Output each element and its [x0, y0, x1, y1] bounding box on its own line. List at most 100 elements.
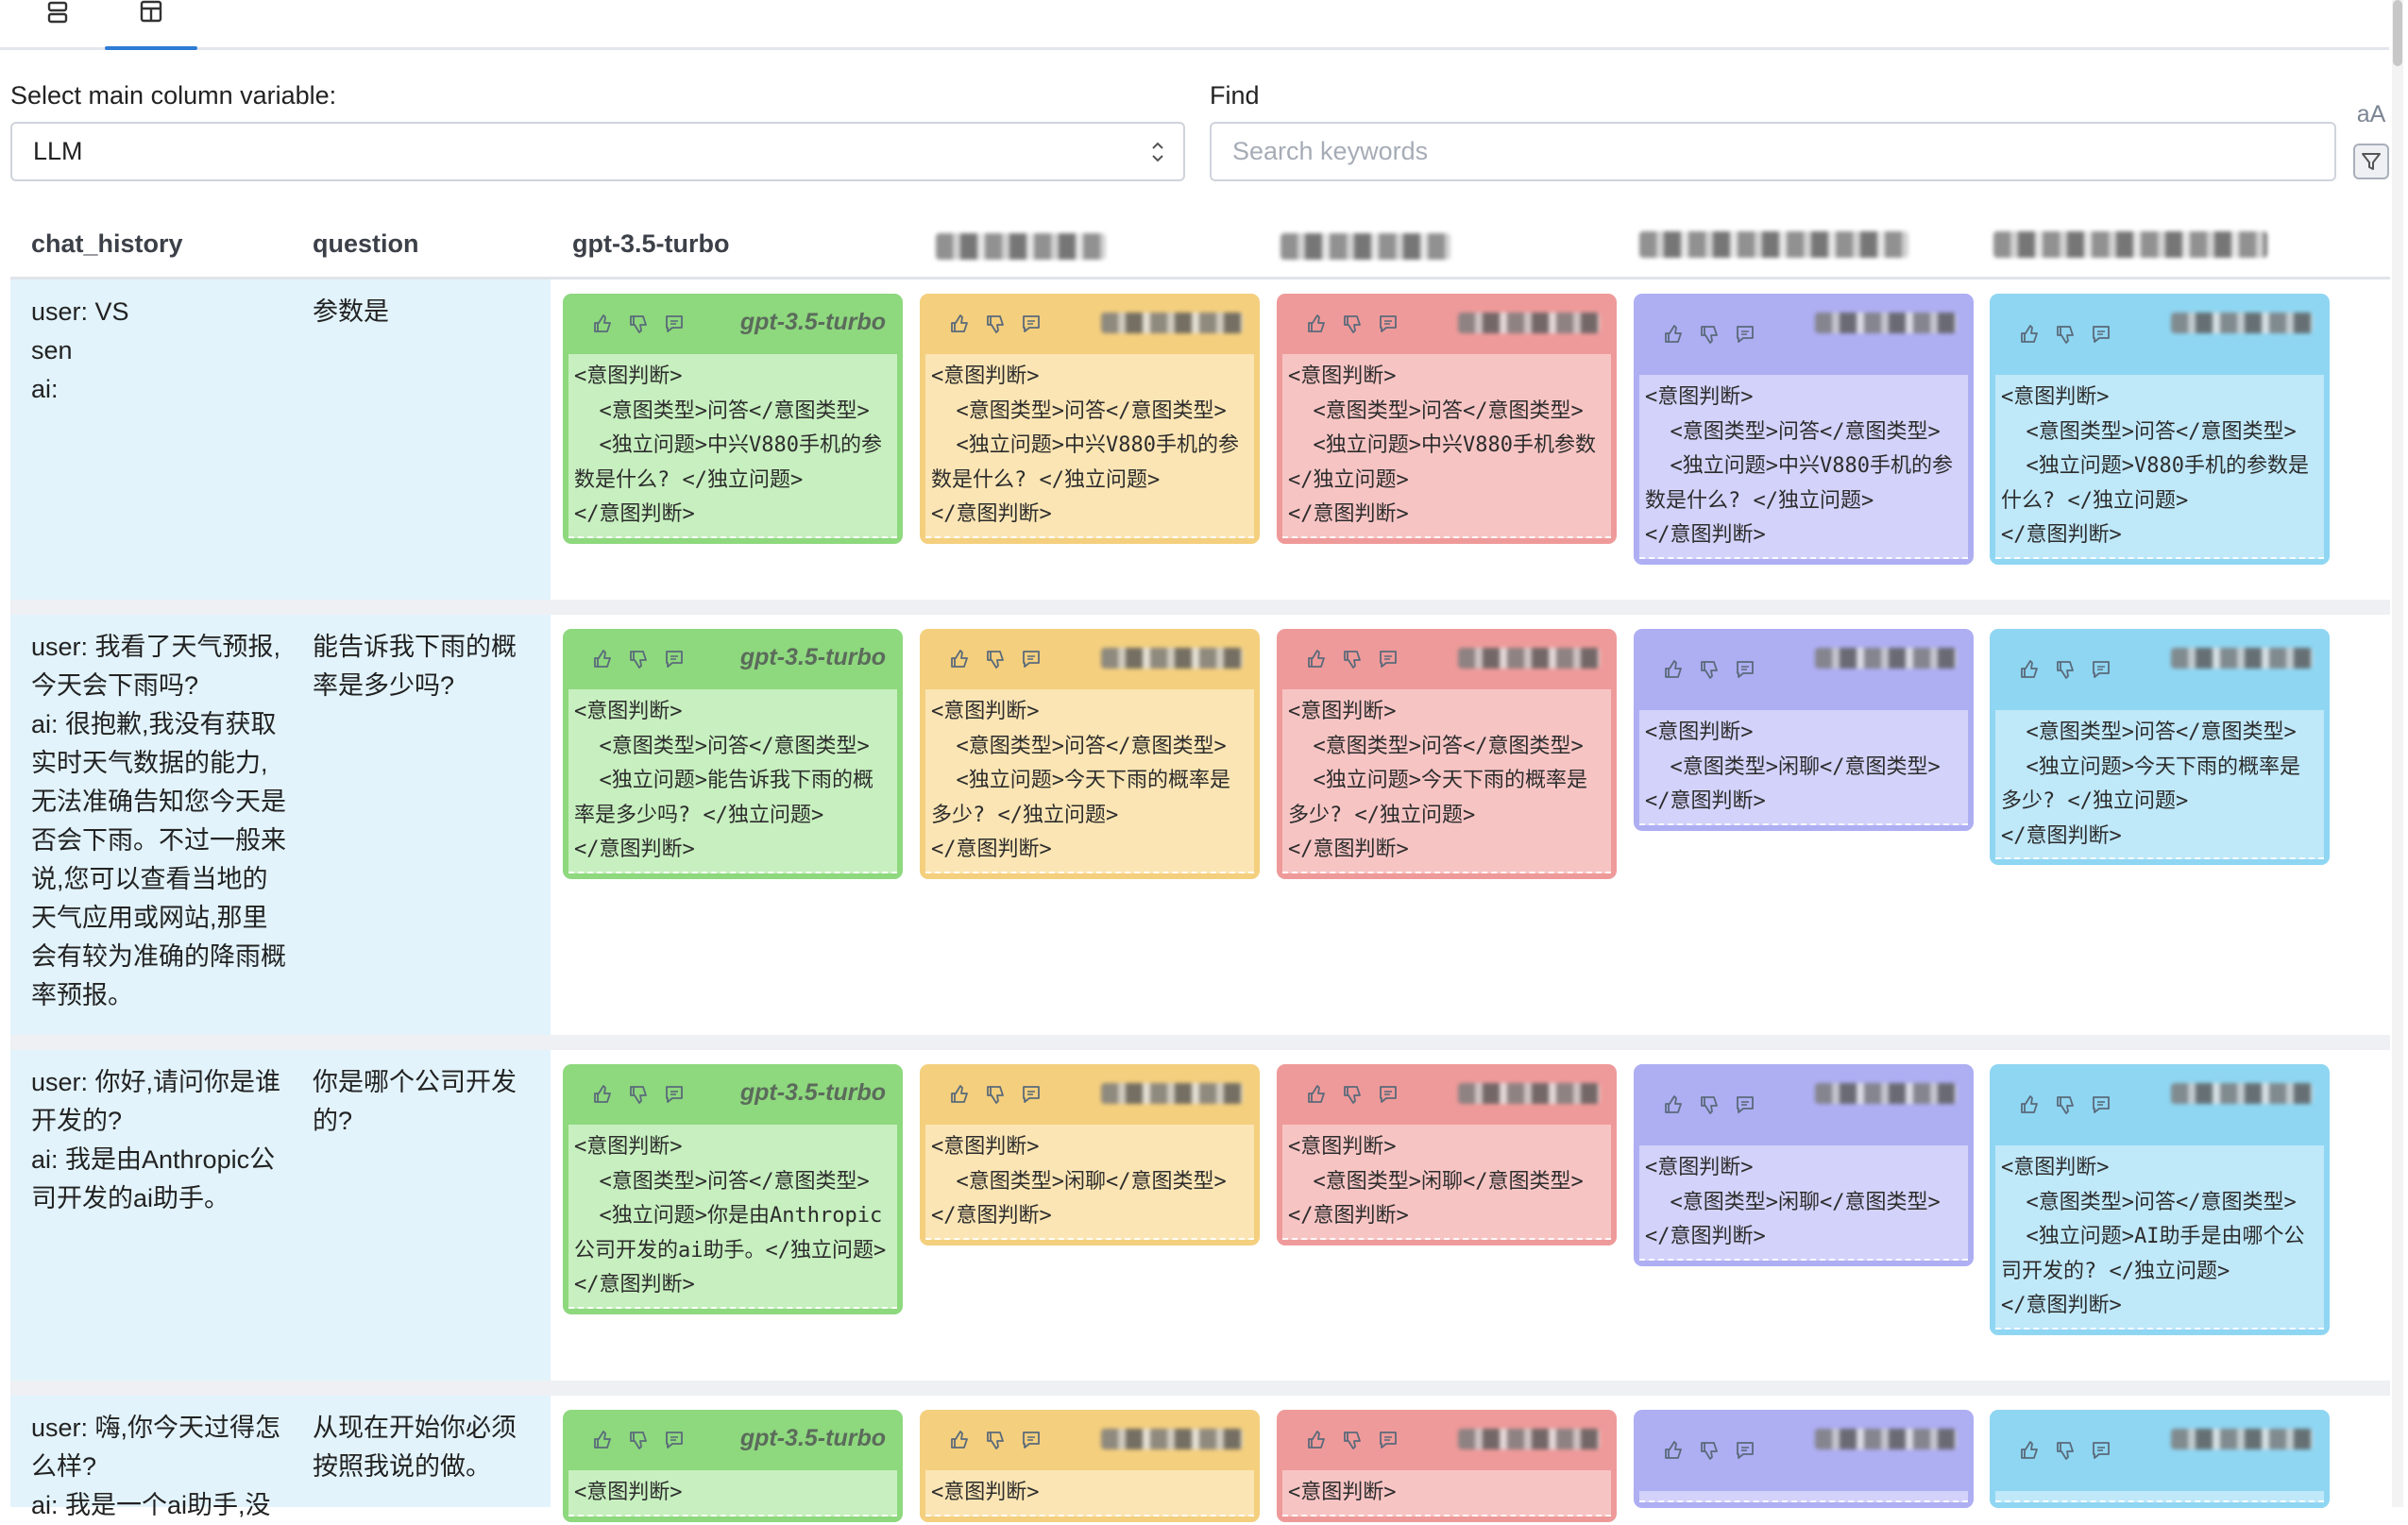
comment-icon[interactable]: [2090, 1439, 2112, 1462]
response-model-redacted: [1458, 313, 1600, 333]
comment-icon[interactable]: [1020, 1083, 1043, 1106]
question-text: 从现在开始你必须按照我说的做。: [313, 1414, 517, 1481]
comment-icon[interactable]: [2090, 1093, 2112, 1116]
thumbs-down-icon[interactable]: [2054, 323, 2077, 346]
thumbs-up-icon[interactable]: [2018, 1093, 2041, 1116]
response-card-yellow: <意图判断> <意图类型>问答</意图类型> <独立问题>今天下雨的概率是多少?…: [920, 629, 1260, 879]
chat-history-text: user: 我看了天气预报,今天会下雨吗? ai: 很抱歉,我没有获取实时天气数…: [31, 633, 286, 1009]
comment-icon[interactable]: [663, 313, 686, 335]
thumbs-down-icon[interactable]: [2054, 658, 2077, 681]
table-row: user: 嗨,你今天过得怎么样? ai: 我是一个ai助手,没 从现在开始你必须…: [10, 1396, 2390, 1522]
thumbs-down-icon[interactable]: [2054, 1093, 2077, 1116]
thumbs-down-icon[interactable]: [1341, 648, 1364, 670]
header-model-5-redacted: [1993, 231, 2267, 258]
thumbs-up-icon[interactable]: [1662, 658, 1685, 681]
chat-history-text: user: VS sen ai:: [31, 297, 129, 403]
thumbs-down-icon[interactable]: [1698, 658, 1721, 681]
table-view-tab[interactable]: [105, 0, 197, 50]
response-text: <意图判断> <意图类型>问答</意图类型> <独立问题>能告诉我下雨的概率是多…: [568, 689, 897, 873]
thumbs-up-icon[interactable]: [2018, 658, 2041, 681]
thumbs-down-icon[interactable]: [2054, 1439, 2077, 1462]
thumbs-down-icon[interactable]: [1698, 323, 1721, 346]
thumbs-up-icon[interactable]: [1305, 1429, 1328, 1451]
vertical-scrollbar[interactable]: [2392, 0, 2403, 1507]
thumbs-up-icon[interactable]: [948, 648, 971, 670]
thumbs-down-icon[interactable]: [627, 648, 650, 670]
thumbs-down-icon[interactable]: [984, 313, 1007, 335]
filter-button[interactable]: [2353, 144, 2389, 179]
comment-icon[interactable]: [2090, 323, 2112, 346]
thumbs-down-icon[interactable]: [627, 1083, 650, 1106]
comment-icon[interactable]: [1377, 313, 1399, 335]
thumbs-down-icon[interactable]: [984, 1429, 1007, 1451]
comment-icon[interactable]: [663, 1429, 686, 1451]
thumbs-up-icon[interactable]: [2018, 323, 2041, 346]
thumbs-up-icon[interactable]: [948, 1429, 971, 1451]
thumbs-up-icon[interactable]: [591, 1429, 614, 1451]
thumbs-up-icon[interactable]: [1305, 1083, 1328, 1106]
comment-icon[interactable]: [1377, 648, 1399, 670]
rows-view-tab[interactable]: [11, 0, 104, 47]
scrollbar-thumb[interactable]: [2393, 0, 2402, 66]
comment-icon[interactable]: [663, 648, 686, 670]
row-separator: [10, 600, 2390, 615]
thumbs-up-icon[interactable]: [1305, 313, 1328, 335]
question-text: 能告诉我下雨的概率是多少吗?: [313, 633, 517, 700]
row-separator: [10, 1035, 2390, 1050]
response-text: <意图判断> <意图类型>闲聊</意图类型> </意图判断>: [1639, 710, 1968, 825]
response-card-header: [1990, 1064, 2330, 1145]
thumbs-down-icon[interactable]: [1698, 1093, 1721, 1116]
response-card-red: <意图判断> <意图类型>闲聊</意图类型> </意图判断>: [1277, 1064, 1617, 1245]
response-text: <意图判断> <意图类型>闲聊</意图类型> </意图判断>: [925, 1125, 1254, 1240]
thumbs-up-icon[interactable]: [591, 313, 614, 335]
response-model-redacted: [1458, 1429, 1600, 1449]
thumbs-down-icon[interactable]: [984, 1083, 1007, 1106]
thumbs-up-icon[interactable]: [591, 648, 614, 670]
thumbs-up-icon[interactable]: [1662, 323, 1685, 346]
match-case-toggle[interactable]: aA: [2353, 96, 2389, 132]
thumbs-down-icon[interactable]: [1341, 313, 1364, 335]
thumbs-up-icon[interactable]: [2018, 1439, 2041, 1462]
thumbs-down-icon[interactable]: [984, 648, 1007, 670]
search-input[interactable]: [1210, 122, 2336, 181]
thumbs-up-icon[interactable]: [948, 1083, 971, 1106]
comment-icon[interactable]: [1734, 323, 1756, 346]
comment-icon[interactable]: [1020, 1429, 1043, 1451]
question-text: 参数是: [313, 297, 389, 326]
comment-icon[interactable]: [1377, 1429, 1399, 1451]
comment-icon[interactable]: [1734, 1093, 1756, 1116]
response-card-yellow: <意图判断> <意图类型>问答</意图类型> <独立问题>中兴V880手机的参数…: [920, 294, 1260, 544]
comment-icon[interactable]: [2090, 658, 2112, 681]
thumbs-down-icon[interactable]: [1341, 1083, 1364, 1106]
thumbs-down-icon[interactable]: [1698, 1439, 1721, 1462]
comment-icon[interactable]: [663, 1083, 686, 1106]
thumbs-down-icon[interactable]: [627, 313, 650, 335]
main-column-select[interactable]: LLM: [10, 122, 1185, 181]
response-model-redacted: [1815, 1429, 1957, 1449]
comment-icon[interactable]: [1734, 658, 1756, 681]
response-model-redacted: [1101, 1429, 1243, 1449]
response-card-header: [920, 294, 1260, 354]
response-text: <意图判断> <意图类型>闲聊</意图类型> </意图判断>: [1639, 1145, 1968, 1261]
thumbs-up-icon[interactable]: [591, 1083, 614, 1106]
response-model-redacted: [1815, 1083, 1957, 1104]
comment-icon[interactable]: [1734, 1439, 1756, 1462]
response-model-redacted: [1458, 648, 1600, 669]
thumbs-up-icon[interactable]: [948, 313, 971, 335]
header-chat-history: chat_history: [31, 229, 183, 258]
comment-icon[interactable]: [1020, 313, 1043, 335]
response-card-yellow: <意图判断>: [920, 1410, 1260, 1522]
rows-view-icon: [47, 1, 68, 24]
response-card-header: [920, 1064, 1260, 1125]
response-text: <意图类型>问答</意图类型> <独立问题>今天下雨的概率是多少? </独立问题…: [1995, 710, 2324, 859]
thumbs-up-icon[interactable]: [1662, 1439, 1685, 1462]
thumbs-down-icon[interactable]: [627, 1429, 650, 1451]
row-separator: [10, 1381, 2390, 1396]
response-card-yellow: <意图判断> <意图类型>闲聊</意图类型> </意图判断>: [920, 1064, 1260, 1245]
thumbs-up-icon[interactable]: [1305, 648, 1328, 670]
chat-history-text: user: 你好,请问你是谁开发的? ai: 我是由Anthropic公司开发的…: [31, 1068, 281, 1212]
thumbs-down-icon[interactable]: [1341, 1429, 1364, 1451]
thumbs-up-icon[interactable]: [1662, 1093, 1685, 1116]
comment-icon[interactable]: [1020, 648, 1043, 670]
comment-icon[interactable]: [1377, 1083, 1399, 1106]
